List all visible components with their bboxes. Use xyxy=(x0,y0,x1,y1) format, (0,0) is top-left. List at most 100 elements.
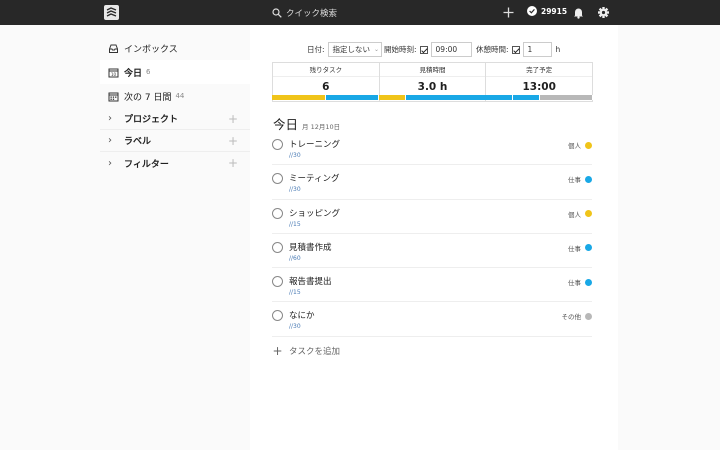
break-time-unit: h xyxy=(555,45,561,54)
sidebar-item-count: 44 xyxy=(175,92,185,100)
search-icon xyxy=(272,8,282,18)
task-duration: //15 xyxy=(289,289,301,297)
add-filter-icon[interactable]: + xyxy=(228,156,238,170)
date-select[interactable]: 指定しない ⌄ xyxy=(327,42,383,57)
task-label-text: 仕事 xyxy=(568,244,581,253)
sidebar-group-labels[interactable]: › ラベル + xyxy=(100,130,250,152)
date-control: 日付: 指定しない ⌄ xyxy=(307,42,383,57)
task-name: 報告書提出 xyxy=(289,277,332,288)
quick-search[interactable]: クイック検索 xyxy=(272,6,337,20)
sidebar-item-count: 6 xyxy=(146,68,151,76)
stat-value: 6 xyxy=(322,81,330,93)
stat-label: 見積時間 xyxy=(379,63,486,77)
stat-value: 13:00 xyxy=(522,81,556,93)
date-label: 日付: xyxy=(307,45,325,54)
stat-label: 残りタスク xyxy=(273,63,379,77)
break-time-input[interactable]: 1 xyxy=(522,42,552,57)
task-duration: //30 xyxy=(289,186,301,194)
task-checkbox[interactable] xyxy=(272,241,283,253)
top-bar: クイック検索 29915 xyxy=(0,0,720,25)
task-label[interactable]: 仕事 xyxy=(568,174,592,184)
task-label-text: 個人 xyxy=(568,142,581,150)
settings-gear-icon[interactable] xyxy=(597,6,610,19)
notifications-bell-icon[interactable] xyxy=(572,6,585,19)
break-time-control: 休憩時間: 1 h xyxy=(476,42,560,57)
add-task-icon[interactable] xyxy=(502,6,515,19)
task-name: トレーニング xyxy=(289,140,341,150)
task-checkbox[interactable] xyxy=(272,310,283,322)
sidebar-item-today[interactable]: 10 今日 6 xyxy=(100,60,250,84)
task-label[interactable]: 個人 xyxy=(568,209,592,219)
label-color-dot xyxy=(585,210,592,218)
task-item[interactable]: 見積書作成 //60 仕事 xyxy=(272,234,592,269)
start-time-input[interactable]: 09:00 xyxy=(430,42,472,57)
sidebar-group-label: フィルター xyxy=(124,159,169,170)
task-label[interactable]: 個人 xyxy=(568,140,592,150)
add-task-label: タスクを追加 xyxy=(289,347,341,357)
task-label-text: その他 xyxy=(561,313,582,322)
chevron-right-icon: › xyxy=(108,113,112,124)
progress-segment xyxy=(539,95,593,100)
time-progress-bar xyxy=(272,95,593,100)
add-project-icon[interactable]: + xyxy=(228,112,238,126)
task-duration: //60 xyxy=(289,254,301,262)
label-color-dot xyxy=(585,278,592,286)
progress-segment xyxy=(272,95,326,100)
progress-segment xyxy=(512,95,540,100)
task-label[interactable]: その他 xyxy=(561,311,592,322)
progress-segment xyxy=(405,95,513,100)
stat-value: 3.0 h xyxy=(417,81,448,93)
start-time-control: 開始時刻: 09:00 xyxy=(384,42,472,57)
inbox-icon xyxy=(108,43,119,54)
task-duration: //30 xyxy=(289,323,301,331)
task-label-text: 仕事 xyxy=(568,279,581,288)
label-color-dot xyxy=(585,141,592,149)
stat-label: 完了予定 xyxy=(486,63,593,77)
chevron-right-icon: › xyxy=(108,135,112,146)
label-color-dot xyxy=(585,244,592,252)
task-name: 見積書作成 xyxy=(289,242,332,253)
task-item[interactable]: 報告書提出 //15 仕事 xyxy=(272,268,592,303)
sidebar-item-label: 今日 xyxy=(124,68,143,79)
task-item[interactable]: ショッピング //15 個人 xyxy=(272,200,592,234)
label-color-dot xyxy=(585,312,592,320)
task-item[interactable]: トレーニング //30 個人 xyxy=(272,131,592,166)
start-time-checkbox[interactable] xyxy=(419,45,428,54)
add-label-icon[interactable]: + xyxy=(228,134,238,148)
task-label[interactable]: 仕事 xyxy=(568,243,592,253)
task-duration: //30 xyxy=(289,152,301,159)
progress-segment xyxy=(325,95,379,100)
sidebar-group-label: プロジェクト xyxy=(124,115,179,125)
task-checkbox[interactable] xyxy=(272,139,283,150)
karma-indicator[interactable]: 29915 xyxy=(527,6,567,16)
task-checkbox[interactable] xyxy=(272,276,283,288)
app-logo-icon[interactable] xyxy=(104,5,119,20)
sidebar-item-next-7-days[interactable]: 次の 7 日間 44 xyxy=(100,84,250,108)
task-list: トレーニング //30 個人 ミーティング //30 仕事 ショッピング //1… xyxy=(272,131,592,337)
sidebar-group-projects[interactable]: › プロジェクト + xyxy=(100,108,250,130)
task-item[interactable]: ミーティング //30 仕事 xyxy=(272,165,592,200)
chevron-down-icon: ⌄ xyxy=(374,46,380,53)
task-name: ショッピング xyxy=(289,208,341,219)
sidebar-item-inbox[interactable]: インボックス xyxy=(100,36,250,60)
task-checkbox[interactable] xyxy=(272,207,283,219)
start-time-label: 開始時刻: xyxy=(384,45,417,54)
task-name: ミーティング xyxy=(289,174,340,185)
sidebar-group-filters[interactable]: › フィルター + xyxy=(100,152,250,174)
break-time-checkbox[interactable] xyxy=(511,45,520,54)
sidebar-item-label: 次の 7 日間 xyxy=(124,92,172,103)
karma-count: 29915 xyxy=(541,6,568,16)
break-time-label: 休憩時間: xyxy=(476,45,509,54)
progress-segment xyxy=(379,95,406,100)
calendar-today-icon: 10 xyxy=(108,67,119,78)
calendar-week-icon xyxy=(108,91,119,102)
add-task-button[interactable]: + タスクを追加 xyxy=(272,344,340,358)
task-duration: //15 xyxy=(289,220,301,228)
task-checkbox[interactable] xyxy=(272,173,283,185)
chevron-right-icon: › xyxy=(108,157,112,169)
task-label-text: 仕事 xyxy=(568,176,581,185)
task-item[interactable]: なにか //30 その他 xyxy=(272,302,592,337)
checkmark-icon xyxy=(527,6,537,16)
task-label[interactable]: 仕事 xyxy=(568,277,592,287)
today-date: 月 12月10日 xyxy=(302,123,341,131)
